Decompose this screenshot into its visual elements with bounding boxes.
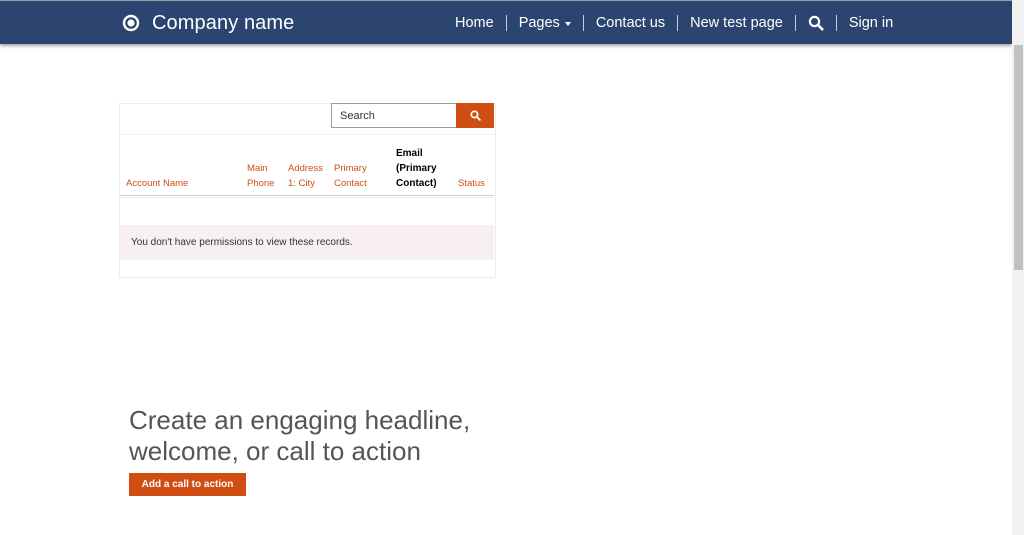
search-icon bbox=[469, 110, 481, 121]
ring-logo-icon bbox=[122, 14, 140, 32]
column-header-main-phone[interactable]: Main Phone bbox=[247, 161, 281, 191]
nav-pages-label: Pages bbox=[518, 14, 560, 31]
vertical-scrollbar-thumb[interactable] bbox=[1014, 45, 1023, 270]
list-search-button[interactable] bbox=[456, 103, 494, 128]
nav-search-button[interactable] bbox=[796, 15, 836, 31]
hero-headline: Create an engaging headline, welcome, or… bbox=[129, 405, 471, 466]
nav-new-test-page[interactable]: New test page bbox=[678, 14, 795, 32]
table-header-border bbox=[120, 197, 494, 198]
call-to-action-button[interactable]: Add a call to action bbox=[129, 473, 246, 496]
caret-down-icon bbox=[564, 21, 571, 26]
top-navbar: Company name Home Pages Contact us New t… bbox=[0, 1, 1012, 44]
column-header-account-name[interactable]: Account Name bbox=[126, 176, 188, 191]
toolbar-divider bbox=[120, 134, 494, 135]
brand-name: Company name bbox=[152, 11, 295, 34]
nav-sign-in[interactable]: Sign in bbox=[837, 14, 905, 32]
nav-contact-us[interactable]: Contact us bbox=[584, 14, 677, 32]
nav-pages-dropdown[interactable]: Pages bbox=[507, 14, 583, 32]
brand-link[interactable]: Company name bbox=[122, 8, 294, 38]
search-icon bbox=[808, 15, 824, 30]
main-nav: Home Pages Contact us New test page Sign… bbox=[443, 1, 905, 44]
column-header-email[interactable]: Email (Primary Contact) bbox=[396, 146, 446, 191]
column-header-address-city[interactable]: Address 1: City bbox=[288, 161, 328, 191]
column-header-primary-contact[interactable]: Primary Contact bbox=[334, 161, 374, 191]
nav-home[interactable]: Home bbox=[443, 14, 506, 32]
list-search-input[interactable] bbox=[331, 103, 457, 128]
permission-message: You don't have permissions to view these… bbox=[131, 237, 353, 248]
table-header-border bbox=[120, 195, 494, 196]
permission-alert: You don't have permissions to view these… bbox=[120, 225, 494, 260]
column-header-status[interactable]: Status bbox=[458, 176, 485, 191]
